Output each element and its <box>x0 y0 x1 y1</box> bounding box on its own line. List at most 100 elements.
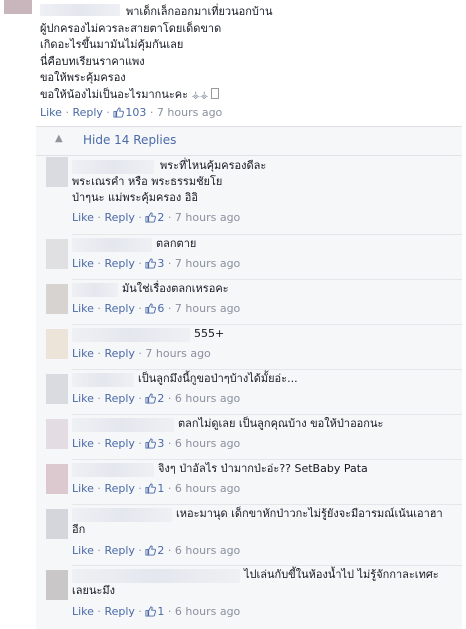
reply-author-redacted[interactable] <box>72 418 174 432</box>
timestamp[interactable]: 6 hours ago <box>175 605 240 618</box>
timestamp[interactable]: 6 hours ago <box>175 544 240 557</box>
thumbs-up-icon[interactable] <box>145 212 156 223</box>
avatar[interactable] <box>46 419 68 449</box>
reply-link[interactable]: Reply <box>104 347 134 360</box>
reply-item: เป็นลูกมึงนี้กูขอป่าๆบ้างได้มั้ยอ่ะ... L… <box>36 370 462 414</box>
avatar[interactable] <box>46 239 68 269</box>
reply-link[interactable]: Reply <box>104 437 134 450</box>
avatar[interactable] <box>46 329 68 359</box>
reply-actions: Like · Reply · 1 · 6 hours ago <box>72 605 241 618</box>
reply-author-redacted[interactable] <box>72 508 172 522</box>
timestamp[interactable]: 7 hours ago <box>157 106 222 119</box>
avatar[interactable] <box>46 374 68 404</box>
reply-line: พระเณรคำ หรือ พระธรรมชัยโย <box>72 175 223 188</box>
reply-author-redacted[interactable] <box>72 238 152 252</box>
hide-replies-link[interactable]: Hide 14 Replies <box>83 133 176 147</box>
replies-panel: ▲ Hide 14 Replies พระที่ไหนคุ้มครองดีละ … <box>36 126 462 629</box>
reply-link[interactable]: Reply <box>104 392 134 405</box>
reply-link[interactable]: Reply <box>104 302 134 315</box>
reply-actions: Like · Reply · 2 · 7 hours ago <box>72 211 241 224</box>
reply-link[interactable]: Reply <box>104 482 134 495</box>
reply-actions: Like · Reply · 3 · 7 hours ago <box>72 257 241 270</box>
thumbs-up-icon[interactable] <box>145 545 156 556</box>
like-link[interactable]: Like <box>72 347 94 360</box>
reply-line: 555+ <box>194 327 225 340</box>
timestamp[interactable]: 6 hours ago <box>175 392 240 405</box>
like-link[interactable]: Like <box>72 302 94 315</box>
reply-line: ตลกไม่ดูเลย เป็นลูกคุณบ้าง ขอให้ป่าออกนะ <box>178 417 384 430</box>
timestamp[interactable]: 7 hours ago <box>175 257 240 270</box>
comment-line: พาเด็กเล็กออกมาเที่ยวนอกบ้าน <box>126 5 273 18</box>
reply-item: เหอะมานุด เด็กขาหักป่าวกะไม่รู้ยังจะมีอา… <box>36 505 462 565</box>
reply-line: จิงๆ ป่าอัลไร ป่ามากป่ะอ่ะ?? SetBaby Pat… <box>158 462 368 475</box>
reply-author-redacted[interactable] <box>72 463 154 477</box>
timestamp[interactable]: 7 hours ago <box>175 211 240 224</box>
reply-line: เลยนะมึง <box>72 584 115 597</box>
reply-actions: Like · Reply · 3 · 6 hours ago <box>72 437 241 450</box>
reply-link[interactable]: Reply <box>104 257 134 270</box>
thumbs-up-icon[interactable] <box>145 606 156 617</box>
like-link[interactable]: Like <box>72 392 94 405</box>
like-link[interactable]: Like <box>72 544 94 557</box>
comment-line: นี่คือบทเรียนราคาแพง <box>40 54 145 68</box>
timestamp[interactable]: 7 hours ago <box>145 347 210 360</box>
timestamp[interactable]: 7 hours ago <box>175 302 240 315</box>
reply-actions: Like · Reply · 6 · 7 hours ago <box>72 302 241 315</box>
reply-link[interactable]: Reply <box>104 544 134 557</box>
reply-line: เหอะมานุด เด็กขาหักป่าวกะไม่รู้ยังจะมีอา… <box>176 507 443 520</box>
top-comment: พาเด็กเล็กออกมาเที่ยวนอกบ้าน ผู้ปกครองไม… <box>0 0 466 126</box>
reply-author-redacted[interactable] <box>72 283 118 297</box>
timestamp[interactable]: 6 hours ago <box>175 482 240 495</box>
comment-line-text: ขอให้น้องไม่เป็นอะไรมากนะคะ <box>40 87 189 101</box>
like-count[interactable]: 103 <box>125 106 146 119</box>
thumbs-up-icon[interactable] <box>145 393 156 404</box>
avatar[interactable] <box>4 0 32 14</box>
thumbs-up-icon[interactable] <box>145 438 156 449</box>
reply-link[interactable]: Reply <box>104 605 134 618</box>
comment-line: ขอให้พระคุ้มครอง <box>40 71 126 84</box>
reply-item: ตลกไม่ดูเลย เป็นลูกคุณบ้าง ขอให้ป่าออกนะ… <box>36 415 462 459</box>
timestamp[interactable]: 6 hours ago <box>175 437 240 450</box>
reply-actions: Like · Reply · 7 hours ago <box>72 347 211 360</box>
reply-author-redacted[interactable] <box>72 373 134 387</box>
avatar[interactable] <box>46 157 68 187</box>
reply-line: ไปเล่นกับขี้ในห้องน้ำไป ไม่รู้จักกาละเทศ… <box>244 568 439 581</box>
reply-item: ตลกตาย Like · Reply · 3 · 7 hours ago <box>36 235 462 279</box>
reply-author-redacted[interactable] <box>72 569 240 583</box>
thumbs-up-icon[interactable] <box>145 303 156 314</box>
thumbs-up-icon[interactable] <box>113 107 124 118</box>
reply-actions: Like · Reply · 2 · 6 hours ago <box>72 392 241 405</box>
reply-actions: Like · Reply · 1 · 6 hours ago <box>72 482 241 495</box>
reply-line: มันใช่เรื่องตลกเหรอคะ <box>122 282 229 295</box>
unknown-glyph-icon <box>210 87 219 99</box>
emoji-icon: ⚶⚶ <box>191 89 209 101</box>
thumbs-up-icon[interactable] <box>145 483 156 494</box>
comment-line: ผู้ปกครองไม่ควรละสายตาโดยเด็ดขาด <box>40 21 222 35</box>
like-link[interactable]: Like <box>72 211 94 224</box>
reply-item: พระที่ไหนคุ้มครองดีละ พระเณรคำ หรือ พระธ… <box>36 155 462 234</box>
reply-line: เป็นลูกมึงนี้กูขอป่าๆบ้างได้มั้ยอ่ะ... <box>138 372 298 385</box>
like-link[interactable]: Like <box>72 605 94 618</box>
avatar[interactable] <box>46 284 68 314</box>
reply-link[interactable]: Reply <box>72 106 102 119</box>
avatar[interactable] <box>46 570 68 600</box>
reply-item: มันใช่เรื่องตลกเหรอคะ Like · Reply · 6 ·… <box>36 280 462 324</box>
avatar[interactable] <box>46 509 68 539</box>
caret-up-icon: ▲ <box>55 133 63 144</box>
comment-line: ขอให้น้องไม่เป็นอะไรมากนะคะ ⚶⚶ <box>40 87 460 105</box>
like-link[interactable]: Like <box>40 106 62 119</box>
reply-item: ไปเล่นกับขี้ในห้องน้ำไป ไม่รู้จักกาละเทศ… <box>36 566 462 629</box>
like-link[interactable]: Like <box>72 482 94 495</box>
reply-line: ตลกตาย <box>156 237 197 250</box>
like-link[interactable]: Like <box>72 257 94 270</box>
reply-item: จิงๆ ป่าอัลไร ป่ามากป่ะอ่ะ?? SetBaby Pat… <box>36 460 462 504</box>
hide-replies-toggle[interactable]: ▲ Hide 14 Replies <box>36 127 462 156</box>
reply-author-redacted[interactable] <box>72 160 154 174</box>
comment-line: เกิดอะไรขึ้นมามันไม่คุ้มกันเลย <box>40 38 184 51</box>
reply-author-redacted[interactable] <box>72 328 190 342</box>
like-link[interactable]: Like <box>72 437 94 450</box>
reply-link[interactable]: Reply <box>104 211 134 224</box>
avatar[interactable] <box>46 464 68 494</box>
comment-body: พาเด็กเล็กออกมาเที่ยวนอกบ้าน ผู้ปกครองไม… <box>40 4 460 104</box>
thumbs-up-icon[interactable] <box>145 258 156 269</box>
